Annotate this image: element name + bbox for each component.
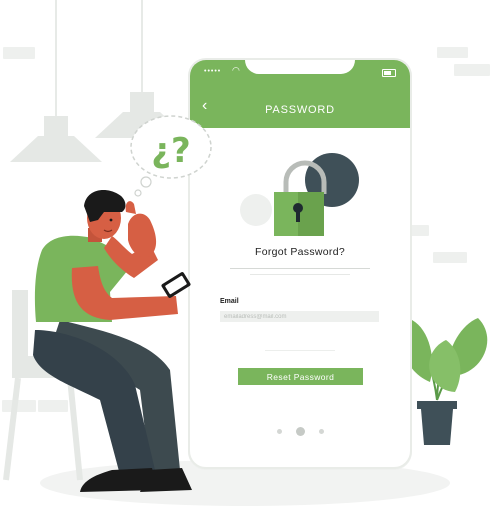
smartphone-icon bbox=[161, 272, 191, 298]
person-illustration bbox=[33, 190, 192, 492]
